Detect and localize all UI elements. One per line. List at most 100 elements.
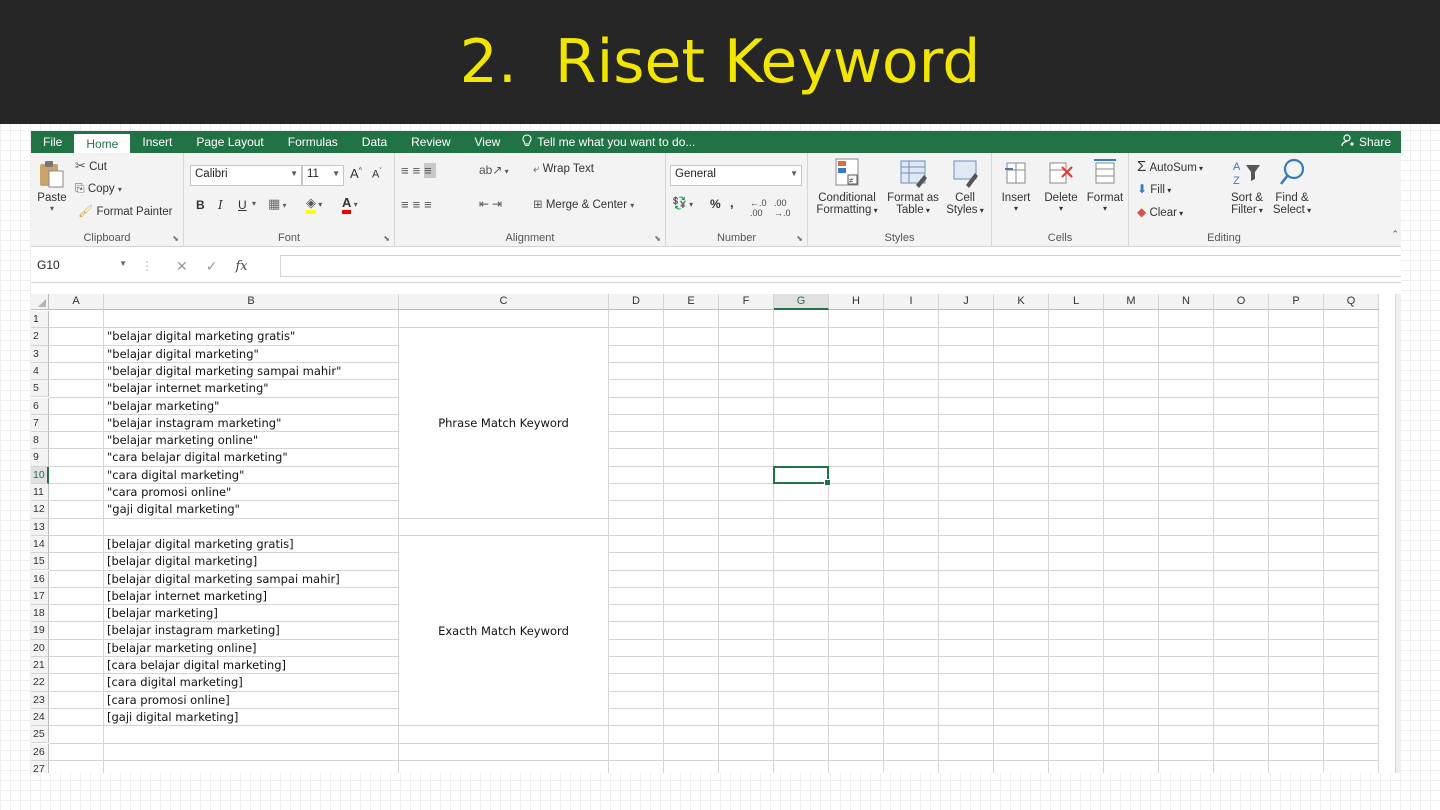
- active-cell-selection[interactable]: [773, 465, 831, 487]
- format-cells-button[interactable]: Format ▾: [1084, 157, 1126, 213]
- cell-b-phrase-keyword[interactable]: "belajar marketing online": [107, 432, 258, 449]
- tab-insert[interactable]: Insert: [130, 131, 184, 153]
- row-header-10[interactable]: 10: [31, 466, 49, 484]
- cell-b-phrase-keyword[interactable]: "belajar digital marketing gratis": [107, 328, 295, 345]
- row-header-8[interactable]: 8: [31, 432, 49, 450]
- row-header-27[interactable]: 27: [31, 760, 49, 773]
- underline-dropdown[interactable]: ▾: [252, 199, 256, 208]
- horizontal-align-icons[interactable]: ≡≡≡: [401, 197, 436, 212]
- column-header-k[interactable]: K: [994, 294, 1049, 310]
- formula-input[interactable]: [280, 255, 1401, 277]
- row-header-6[interactable]: 6: [31, 397, 49, 415]
- cell-b-phrase-keyword[interactable]: "cara belajar digital marketing": [107, 449, 288, 466]
- fill-color-button[interactable]: ◈ ▾: [306, 195, 322, 214]
- fill-button[interactable]: ⬇ Fill ▾: [1137, 182, 1171, 196]
- column-header-q[interactable]: Q: [1324, 294, 1379, 310]
- select-all-button[interactable]: [31, 294, 49, 310]
- increase-decimal-icon[interactable]: ←.0.00: [750, 198, 767, 218]
- name-box[interactable]: G10 ▼: [31, 255, 131, 277]
- row-header-23[interactable]: 23: [31, 691, 49, 709]
- format-painter-button[interactable]: 🖌 Format Painter: [78, 204, 173, 218]
- row-header-20[interactable]: 20: [31, 639, 49, 657]
- paste-button[interactable]: Paste ▾: [35, 159, 69, 213]
- row-header-18[interactable]: 18: [31, 605, 49, 623]
- insert-function-icon[interactable]: fx: [235, 259, 247, 274]
- copy-button[interactable]: ⎘ Copy ▾: [75, 181, 122, 196]
- row-header-2[interactable]: 2: [31, 328, 49, 346]
- tab-formulas[interactable]: Formulas: [276, 131, 350, 153]
- row-header-12[interactable]: 12: [31, 501, 49, 519]
- format-as-table-button[interactable]: Format as Table ▾: [884, 157, 942, 216]
- column-header-e[interactable]: E: [664, 294, 719, 310]
- currency-icon[interactable]: 💱 ▾: [672, 196, 693, 210]
- row-header-21[interactable]: 21: [31, 657, 49, 675]
- autosum-button[interactable]: Σ AutoSum ▾: [1137, 158, 1203, 175]
- font-color-button[interactable]: A ▾: [342, 195, 358, 214]
- wrap-text-button[interactable]: ⤶ Wrap Text: [533, 163, 594, 176]
- merged-cell-exact-match[interactable]: Exacth Match Keyword: [399, 535, 608, 727]
- dialog-launcher-icon[interactable]: ⬊: [383, 234, 390, 243]
- cell-b-phrase-keyword[interactable]: "belajar marketing": [107, 398, 219, 415]
- vertical-scrollbar[interactable]: [1395, 294, 1401, 773]
- shrink-font-button[interactable]: Aˇ: [372, 168, 382, 181]
- collapse-ribbon-icon[interactable]: ⌃: [1391, 229, 1399, 240]
- tab-file[interactable]: File: [31, 131, 74, 153]
- tab-view[interactable]: View: [463, 131, 513, 153]
- cell-styles-button[interactable]: Cell Styles ▾: [942, 157, 988, 216]
- column-header-b[interactable]: B: [104, 294, 399, 310]
- share-button[interactable]: Share: [1341, 131, 1391, 153]
- row-header-26[interactable]: 26: [31, 743, 49, 761]
- row-header-14[interactable]: 14: [31, 535, 49, 554]
- column-header-m[interactable]: M: [1104, 294, 1159, 310]
- enter-check-icon[interactable]: ✓: [206, 258, 218, 275]
- cell-b-exact-keyword[interactable]: [cara belajar digital marketing]: [107, 657, 286, 674]
- tab-page-layout[interactable]: Page Layout: [184, 131, 275, 153]
- comma-button[interactable]: ,: [730, 195, 734, 210]
- row-header-19[interactable]: 19: [31, 622, 49, 640]
- column-header-f[interactable]: F: [719, 294, 774, 310]
- tab-home[interactable]: Home: [74, 134, 131, 153]
- column-header-p[interactable]: P: [1269, 294, 1324, 310]
- column-header-o[interactable]: O: [1214, 294, 1269, 310]
- cell-b-phrase-keyword[interactable]: "cara digital marketing": [107, 467, 244, 484]
- italic-button[interactable]: I: [218, 198, 223, 212]
- column-header-a[interactable]: A: [49, 294, 104, 310]
- percent-button[interactable]: %: [710, 197, 721, 211]
- cell-b-exact-keyword[interactable]: [belajar marketing online]: [107, 640, 257, 657]
- row-header-5[interactable]: 5: [31, 380, 49, 398]
- number-format-select[interactable]: General ▼: [670, 165, 802, 186]
- cell-b-exact-keyword[interactable]: [belajar digital marketing sampai mahir]: [107, 571, 340, 588]
- sort-filter-button[interactable]: AZ Sort & Filter ▾: [1225, 157, 1269, 216]
- vertical-align-icons[interactable]: ≡≡≡: [401, 163, 436, 178]
- cell-b-exact-keyword[interactable]: [belajar instagram marketing]: [107, 622, 280, 639]
- clear-button[interactable]: ◆ Clear ▾: [1137, 205, 1183, 219]
- cell-b-exact-keyword[interactable]: [gaji digital marketing]: [107, 709, 238, 726]
- cell-b-exact-keyword[interactable]: [belajar digital marketing]: [107, 553, 257, 570]
- font-size-select[interactable]: 11 ▼: [302, 165, 344, 186]
- cell-b-phrase-keyword[interactable]: "gaji digital marketing": [107, 501, 240, 518]
- row-header-17[interactable]: 17: [31, 587, 49, 606]
- conditional-formatting-button[interactable]: ≠ Conditional Formatting ▾: [812, 157, 882, 216]
- row-header-25[interactable]: 25: [31, 726, 49, 744]
- cell-b-phrase-keyword[interactable]: "belajar internet marketing": [107, 380, 269, 397]
- row-header-16[interactable]: 16: [31, 570, 49, 588]
- column-header-c[interactable]: C: [399, 294, 609, 310]
- cell-b-exact-keyword[interactable]: [cara digital marketing]: [107, 674, 243, 691]
- underline-button[interactable]: U: [238, 198, 247, 212]
- merged-cell-phrase-match[interactable]: Phrase Match Keyword: [399, 328, 608, 519]
- tell-me-box[interactable]: Tell me what you want to do...: [512, 131, 695, 153]
- insert-cells-button[interactable]: Insert ▾: [996, 157, 1036, 213]
- row-header-1[interactable]: 1: [31, 311, 49, 329]
- tab-data[interactable]: Data: [350, 131, 399, 153]
- cell-b-phrase-keyword[interactable]: "belajar digital marketing": [107, 346, 259, 363]
- column-header-g[interactable]: G: [774, 294, 829, 310]
- column-header-n[interactable]: N: [1159, 294, 1214, 310]
- delete-cells-button[interactable]: Delete ▾: [1038, 157, 1084, 213]
- borders-icon[interactable]: ▦ ▾: [268, 196, 287, 212]
- row-header-7[interactable]: 7: [31, 414, 49, 433]
- dialog-launcher-icon[interactable]: ⬊: [172, 234, 179, 243]
- find-select-button[interactable]: Find & Select ▾: [1269, 157, 1315, 216]
- font-name-select[interactable]: Calibri ▼: [190, 165, 302, 186]
- merge-center-button[interactable]: ⊞ Merge & Center ▾: [533, 197, 634, 211]
- row-header-13[interactable]: 13: [31, 518, 49, 536]
